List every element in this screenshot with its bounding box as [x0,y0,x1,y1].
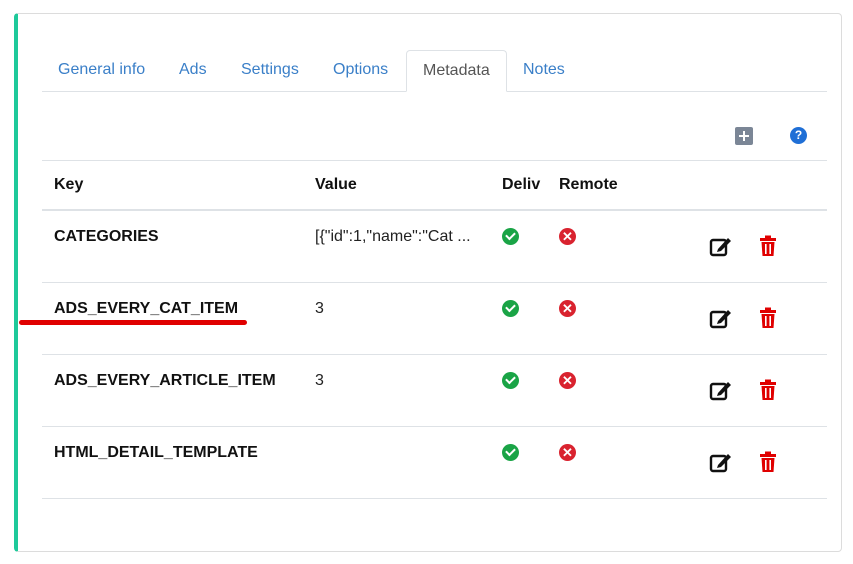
tab-options[interactable]: Options [317,50,404,91]
column-header-value: Value [303,160,490,211]
x-circle-icon: ✕ [559,228,576,245]
deliv-cell [490,354,547,427]
trash-icon[interactable] [759,307,777,334]
row-value [303,426,490,499]
metadata-table: Key Value Deliv Remote CATEGORIES [{"id":… [42,160,827,499]
check-circle-icon [502,443,519,461]
tab-ads[interactable]: Ads [163,50,223,91]
column-header-actions [655,160,827,211]
table-row: ADS_EVERY_ARTICLE_ITEM 3 ✕ [42,354,827,427]
remote-cell: ✕ [547,354,655,427]
deliv-cell [490,210,547,283]
actions-cell [655,282,827,355]
row-key: CATEGORIES [42,210,303,283]
row-value: 3 [303,282,490,355]
check-circle-icon [502,299,519,317]
x-circle-icon: ✕ [559,299,576,317]
row-key: HTML_DETAIL_TEMPLATE [42,426,303,499]
deliv-cell [490,426,547,499]
metadata-card: General info Ads Settings Options Metada… [14,13,842,552]
edit-icon[interactable] [709,451,733,478]
x-circle-icon: ✕ [559,371,576,389]
add-metadata-icon[interactable] [735,127,753,145]
edit-icon[interactable] [709,379,733,406]
row-key: ADS_EVERY_CAT_ITEM [42,282,303,355]
tab-metadata[interactable]: Metadata [406,50,507,92]
column-header-key: Key [42,160,303,211]
actions-cell [655,426,827,499]
annotation-underline [19,320,247,325]
check-circle-icon [502,371,519,389]
remote-cell: ✕ [547,282,655,355]
tab-bar: General info Ads Settings Options Metada… [42,50,827,92]
table-row: CATEGORIES [{"id":1,"name":"Cat ... ✕ [42,210,827,283]
table-row: HTML_DETAIL_TEMPLATE ✕ [42,426,827,499]
column-header-deliv: Deliv [490,160,547,211]
table-row: ADS_EVERY_CAT_ITEM 3 ✕ [42,282,827,355]
edit-icon[interactable] [709,235,733,262]
check-circle-icon [502,228,519,245]
actions-cell [655,210,827,283]
help-icon[interactable]: ? [790,127,807,144]
row-value: 3 [303,354,490,427]
tab-general-info[interactable]: General info [42,50,161,91]
tab-settings[interactable]: Settings [225,50,315,91]
trash-icon[interactable] [759,235,777,262]
row-key: ADS_EVERY_ARTICLE_ITEM [42,354,303,427]
edit-icon[interactable] [709,307,733,334]
row-value: [{"id":1,"name":"Cat ... [303,210,490,283]
deliv-cell [490,282,547,355]
x-circle-icon: ✕ [559,443,576,461]
actions-cell [655,354,827,427]
trash-icon[interactable] [759,379,777,406]
remote-cell: ✕ [547,210,655,283]
tab-notes[interactable]: Notes [507,50,581,91]
remote-cell: ✕ [547,426,655,499]
trash-icon[interactable] [759,451,777,478]
table-header-row: Key Value Deliv Remote [42,160,827,211]
column-header-remote: Remote [547,160,655,211]
